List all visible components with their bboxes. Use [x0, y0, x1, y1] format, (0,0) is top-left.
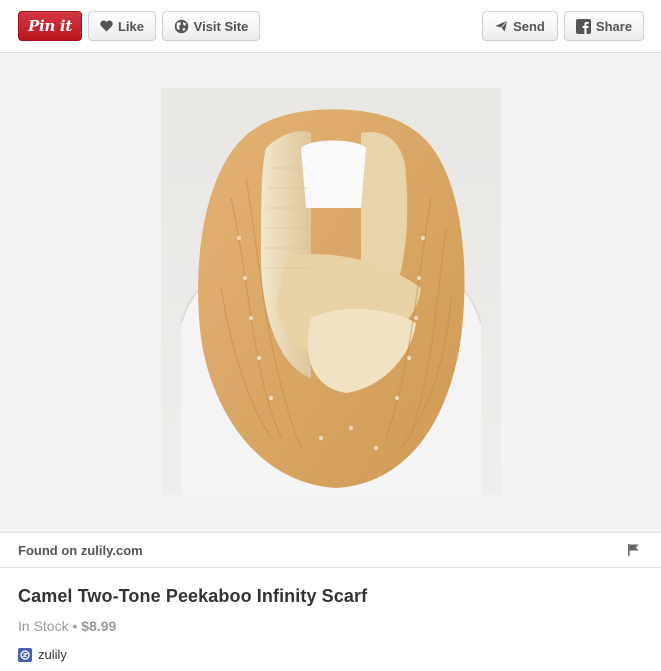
- visit-site-button[interactable]: Visit Site: [162, 11, 260, 41]
- store-name: zulily: [38, 647, 67, 662]
- stock-status: In Stock: [18, 618, 69, 634]
- like-button[interactable]: Like: [88, 11, 156, 41]
- stock-and-price: In Stock • $8.99: [18, 618, 116, 634]
- send-label: Send: [513, 18, 545, 34]
- found-on-source[interactable]: Found on zulily.com: [18, 543, 143, 558]
- price-separator: •: [68, 618, 82, 634]
- product-image[interactable]: [161, 88, 501, 495]
- zulily-logo-icon: [18, 647, 32, 662]
- facebook-icon: [575, 18, 591, 34]
- scarf-photo: [161, 88, 501, 495]
- pin-image-area: [0, 53, 661, 532]
- heart-icon: [100, 20, 113, 32]
- pin-it-label: Pin it: [28, 17, 72, 35]
- flag-icon[interactable]: [628, 544, 639, 556]
- share-button[interactable]: Share: [564, 11, 644, 41]
- product-title: Camel Two-Tone Peekaboo Infinity Scarf: [18, 586, 368, 606]
- like-label: Like: [117, 18, 144, 34]
- product-price: $8.99: [81, 618, 117, 634]
- globe-icon: [174, 19, 188, 33]
- visit-site-label: Visit Site: [193, 18, 249, 34]
- pin-toolbar: Pin it Like Visit Site Send Share: [0, 0, 661, 53]
- pin-it-button[interactable]: Pin it: [18, 11, 82, 41]
- send-arrow-icon: [495, 20, 508, 32]
- share-label: Share: [595, 18, 633, 34]
- send-button[interactable]: Send: [482, 11, 558, 41]
- store-link[interactable]: zulily: [18, 647, 67, 662]
- found-on-bar: Found on zulily.com: [0, 532, 661, 568]
